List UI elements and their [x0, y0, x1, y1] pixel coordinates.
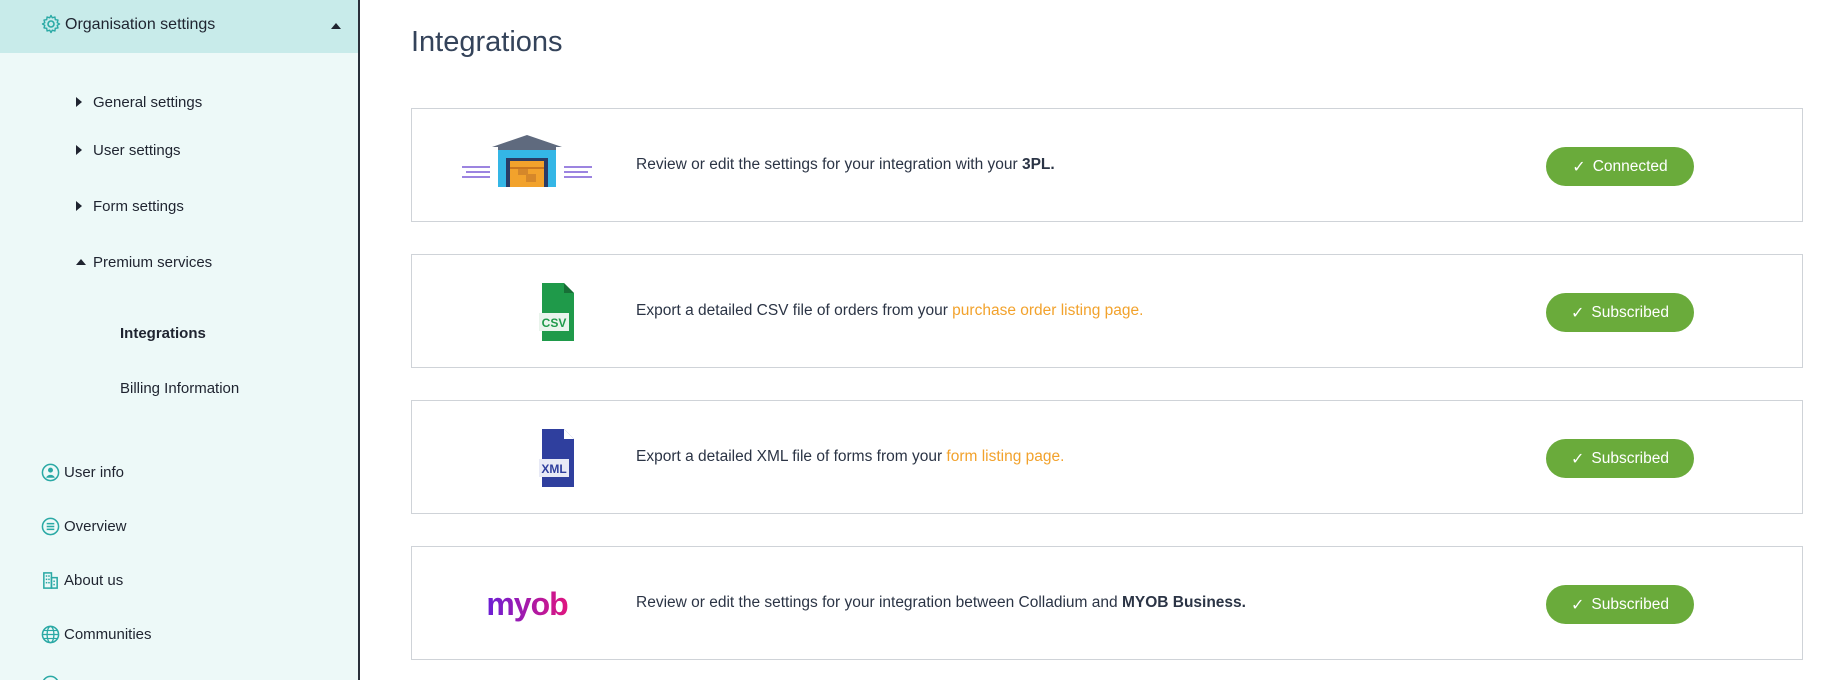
caret-right-icon — [76, 201, 82, 211]
organisation-settings-toggle[interactable]: Organisation settings — [0, 0, 358, 53]
integration-description: Review or edit the settings for your int… — [636, 156, 1055, 174]
description-text: Export a detailed XML file of forms from… — [636, 448, 947, 465]
warehouse-icon — [462, 135, 592, 187]
integration-description: Export a detailed XML file of forms from… — [636, 448, 1064, 466]
status-connected-button[interactable]: ✓ Connected — [1546, 147, 1694, 186]
integration-description: Export a detailed CSV file of orders fro… — [636, 302, 1143, 320]
status-label: Subscribed — [1591, 449, 1669, 467]
sidebar-item-label: Overview — [64, 517, 127, 535]
description-text: Review or edit the settings for your int… — [636, 156, 1022, 173]
list-circle-icon — [41, 517, 60, 535]
status-label: Subscribed — [1591, 595, 1669, 613]
integration-card-3pl: Review or edit the settings for your int… — [411, 108, 1803, 222]
caret-up-icon — [76, 259, 86, 265]
form-listing-link[interactable]: form listing page. — [946, 448, 1064, 465]
xml-file-icon: XML — [539, 429, 574, 487]
status-label: Subscribed — [1591, 303, 1669, 321]
description-text: Export a detailed CSV file of orders fro… — [636, 302, 953, 319]
sidebar-item-label: Communities — [64, 625, 152, 643]
caret-right-icon — [76, 145, 82, 155]
status-subscribed-button[interactable]: ✓ Subscribed — [1546, 585, 1694, 624]
sidebar-item-label: Premium services — [93, 253, 213, 271]
sidebar-item-partial[interactable] — [41, 673, 64, 680]
integration-card-csv: CSV Export a detailed CSV file of orders… — [411, 254, 1803, 368]
sidebar-item-communities[interactable]: Communities — [41, 623, 152, 645]
caret-up-icon — [331, 23, 341, 29]
status-subscribed-button[interactable]: ✓ Subscribed — [1546, 293, 1694, 332]
caret-right-icon — [76, 97, 82, 107]
sidebar: Organisation settings General settings U… — [0, 0, 360, 680]
checkmark-icon: ✓ — [1571, 596, 1585, 614]
integration-card-xml: XML Export a detailed XML file of forms … — [411, 400, 1803, 514]
sidebar-item-premium-services[interactable]: Premium services — [76, 251, 212, 273]
sidebar-item-about-us[interactable]: About us — [41, 569, 123, 591]
circle-icon — [42, 675, 59, 680]
integration-description: Review or edit the settings for your int… — [636, 594, 1246, 612]
gear-icon — [41, 14, 61, 34]
sidebar-item-overview[interactable]: Overview — [41, 515, 127, 537]
sidebar-item-billing-information[interactable]: Billing Information — [120, 380, 239, 397]
checkmark-icon: ✓ — [1571, 450, 1585, 468]
sidebar-item-label: General settings — [93, 93, 203, 111]
csv-file-icon: CSV — [539, 283, 574, 341]
sidebar-item-label: User info — [64, 463, 125, 481]
organisation-settings-label: Organisation settings — [65, 16, 216, 33]
sidebar-item-form-settings[interactable]: Form settings — [76, 195, 184, 217]
checkmark-icon: ✓ — [1571, 304, 1585, 322]
integration-card-myob: myob Review or edit the settings for you… — [411, 546, 1803, 660]
checkmark-icon: ✓ — [1572, 158, 1586, 176]
status-label: Connected — [1592, 157, 1668, 175]
sidebar-item-general-settings[interactable]: General settings — [76, 91, 202, 113]
sidebar-item-integrations[interactable]: Integrations — [120, 325, 206, 342]
sidebar-item-label: Form settings — [93, 197, 184, 215]
purchase-order-listing-link[interactable]: purchase order listing page. — [952, 302, 1143, 319]
description-text: Review or edit the settings for your int… — [636, 594, 1122, 611]
csv-logo-text: CSV — [542, 316, 567, 330]
sidebar-item-user-info[interactable]: User info — [41, 461, 124, 483]
status-subscribed-button[interactable]: ✓ Subscribed — [1546, 439, 1694, 478]
sidebar-item-label: User settings — [93, 141, 181, 159]
globe-icon — [41, 625, 60, 643]
description-highlight: MYOB Business. — [1121, 594, 1246, 611]
myob-logo-text: myob — [486, 586, 568, 622]
myob-logo: myob — [486, 586, 569, 622]
page-title: Integrations — [411, 26, 563, 58]
description-highlight: 3PL. — [1021, 156, 1055, 173]
xml-logo-text: XML — [541, 462, 566, 476]
person-circle-icon — [41, 463, 60, 481]
sidebar-item-user-settings[interactable]: User settings — [76, 139, 181, 161]
building-icon — [43, 571, 58, 589]
sidebar-item-label: About us — [64, 571, 124, 589]
